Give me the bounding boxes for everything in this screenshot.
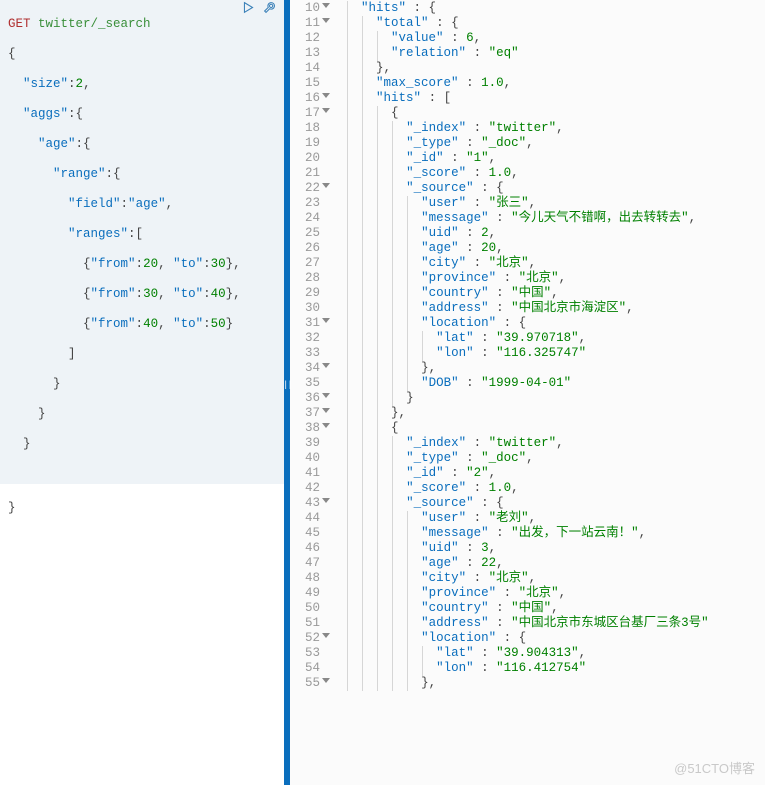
line-gutter: 1011121314151617181920212223242526272829…: [290, 0, 328, 785]
watermark: @51CTO博客: [674, 758, 755, 777]
request-path: twitter/_search: [38, 17, 151, 31]
request-line-block[interactable]: GET twitter/_search { "size":2, "aggs":{…: [0, 0, 284, 484]
response-viewer[interactable]: 1011121314151617181920212223242526272829…: [290, 0, 765, 785]
http-method: GET: [8, 17, 31, 31]
response-body[interactable]: "hits" : { "total" : { "value" : 6, "rel…: [328, 0, 765, 785]
request-editor[interactable]: GET twitter/_search { "size":2, "aggs":{…: [0, 0, 284, 785]
wrench-icon[interactable]: [263, 1, 276, 15]
request-actions: [242, 1, 276, 15]
run-icon[interactable]: [242, 1, 255, 15]
